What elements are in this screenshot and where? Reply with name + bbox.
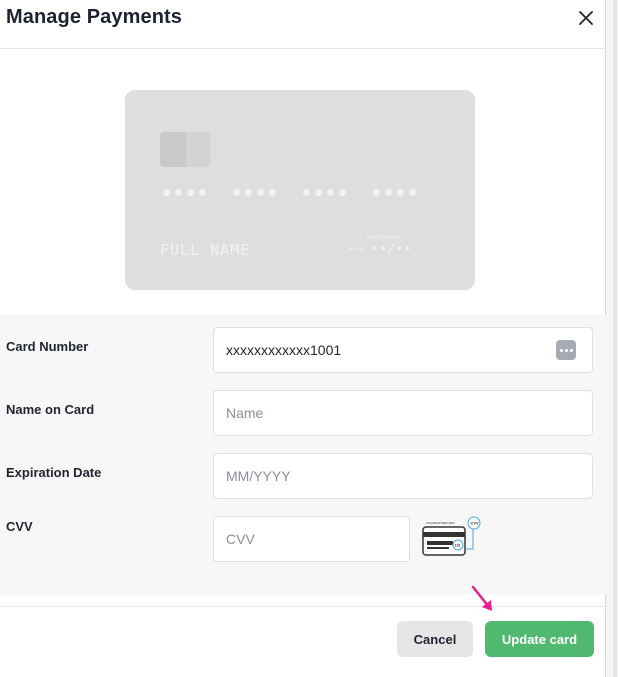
card-autofill-icon[interactable] [556,340,576,360]
card-number-group-1 [163,189,206,196]
close-button[interactable] [574,6,598,30]
expiration-date-label: Expiration Date [6,465,102,480]
modal-title: Manage Payments [6,6,183,28]
card-month-year-label: MONTH/YEAR [367,235,401,241]
card-number-label: Card Number [6,339,89,354]
close-icon [579,11,593,25]
cvv-label: CVV [6,519,33,534]
pointer-arrow-icon [471,585,492,611]
name-on-card-input[interactable] [213,390,593,436]
card-chip-icon [160,132,210,167]
cvv-card-back-icon: VISA/MASTERCARD CVV 123 [422,516,481,556]
modal-header: Manage Payments [0,0,606,49]
update-card-button[interactable]: Update card [485,621,594,657]
card-number-group-3 [303,189,346,196]
cvv-illustration-small-badge: 123 [455,544,461,548]
footer-divider [0,606,606,607]
card-expiry-mask: ••/•• [371,242,413,256]
card-number-group-2 [233,189,276,196]
card-valid-thru-label: valid thru [348,246,365,251]
cancel-button[interactable]: Cancel [397,621,473,657]
cvv-illustration-brand: VISA/MASTERCARD [426,521,456,525]
card-number-input[interactable] [213,327,593,373]
card-preview: FULL NAME MONTH/YEAR valid thru ••/•• [125,90,475,290]
expiration-date-input[interactable] [213,453,593,499]
card-number-group-4 [373,189,416,196]
scrollbar[interactable] [605,0,618,677]
cvv-illustration-badge: CVV [471,521,480,526]
name-on-card-label: Name on Card [6,402,95,417]
card-holder-name: FULL NAME [160,241,251,259]
cvv-input[interactable] [213,516,410,562]
scrollbar-thumb[interactable] [613,0,617,677]
